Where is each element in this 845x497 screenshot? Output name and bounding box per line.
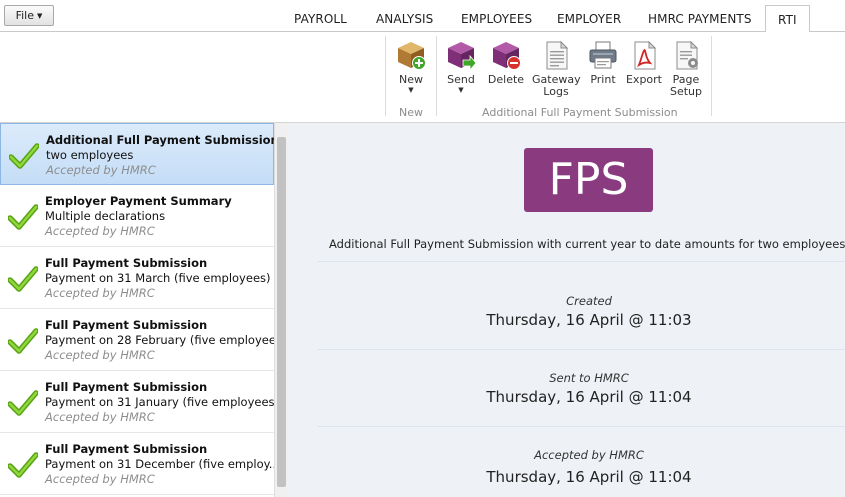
send-button-label: Send [447, 73, 475, 86]
delete-button[interactable]: Delete [482, 39, 530, 86]
submission-subtitle: Payment on 31 January (five employees) [45, 395, 274, 409]
checkmark-icon [8, 452, 38, 478]
page-setup-icon [676, 40, 699, 70]
checkmark-icon [8, 328, 38, 354]
submission-detail-pane: FPS Additional Full Payment Submission w… [288, 123, 845, 497]
ribbon-separator [385, 36, 386, 116]
submission-list-item[interactable]: Additional Full Payment Submission two e… [0, 123, 274, 185]
printer-icon [589, 41, 617, 69]
divider [318, 426, 845, 427]
delete-button-label: Delete [487, 73, 525, 86]
submission-list-item[interactable]: Employer Payment Summary Multiple declar… [0, 185, 274, 247]
submission-title: Full Payment Submission [45, 442, 208, 456]
submission-subtitle: two employees [46, 148, 134, 162]
created-label: Created [566, 294, 612, 308]
submission-status: Accepted by HMRC [45, 348, 155, 362]
page-setup-button[interactable]: Page Setup [662, 39, 710, 98]
submission-title: Additional Full Payment Submission [46, 133, 274, 147]
sent-label: Sent to HMRC [549, 371, 629, 385]
file-menu-button[interactable]: File ▼ [4, 5, 54, 26]
file-menu-label: File [15, 9, 35, 22]
submission-status: Accepted by HMRC [45, 224, 155, 238]
submission-subtitle: Payment on 31 March (five employees) [45, 271, 271, 285]
export-button-label: Export [625, 73, 662, 86]
gateway-logs-label: Gateway Logs [532, 74, 581, 98]
tab-employer[interactable]: EMPLOYER [557, 12, 621, 26]
submission-description: Additional Full Payment Submission with … [329, 237, 845, 251]
chevron-down-icon: ▼ [458, 86, 464, 94]
tab-hmrc-payments[interactable]: HMRC PAYMENTS [648, 12, 752, 26]
submission-title: Full Payment Submission [45, 318, 208, 332]
tab-analysis[interactable]: ANALYSIS [376, 12, 433, 26]
delete-box-icon [493, 42, 521, 70]
chevron-down-icon: ▼ [37, 12, 43, 20]
new-button-label: New [399, 73, 423, 86]
submission-list: Additional Full Payment Submission two e… [0, 123, 274, 497]
submission-title: Full Payment Submission [45, 380, 208, 394]
log-document-icon [546, 40, 569, 70]
new-button[interactable]: New ▼ [387, 39, 435, 95]
submission-status: Accepted by HMRC [45, 472, 155, 486]
page-setup-label: Page Setup [662, 74, 710, 98]
new-box-icon [398, 42, 426, 70]
chevron-down-icon: ▼ [408, 86, 414, 94]
submission-subtitle: Payment on 28 February (five employees) [45, 333, 274, 347]
send-button[interactable]: Send ▼ [437, 39, 485, 95]
checkmark-icon [9, 143, 39, 169]
divider [318, 349, 845, 350]
checkmark-icon [8, 204, 38, 230]
ribbon-group-fps-label: Additional Full Payment Submission [482, 106, 678, 119]
submission-list-item[interactable]: Full Payment Submission Payment on 31 Ma… [0, 247, 274, 309]
list-scrollbar[interactable] [274, 123, 288, 497]
fps-badge: FPS [524, 148, 653, 212]
tab-rti[interactable]: RTI [765, 5, 810, 33]
ribbon: New ▼ Send ▼ Delete Gateway Logs Print E… [0, 32, 845, 123]
submission-subtitle: Multiple declarations [45, 209, 166, 223]
submission-subtitle: Payment on 31 December (five employ... [45, 457, 274, 471]
ribbon-group-new-label: New [399, 106, 423, 119]
pdf-export-icon [634, 40, 657, 70]
export-button[interactable]: Export [620, 39, 668, 86]
accepted-value: Thursday, 16 April @ 11:04 [486, 468, 692, 486]
divider [318, 261, 845, 262]
tab-employees[interactable]: EMPLOYEES [461, 12, 532, 26]
tab-payroll[interactable]: PAYROLL [294, 12, 347, 26]
tab-bar: File ▼ PAYROLL ANALYSIS EMPLOYEES EMPLOYE… [0, 0, 845, 33]
submission-status: Accepted by HMRC [46, 163, 156, 177]
checkmark-icon [8, 266, 38, 292]
ribbon-separator [711, 36, 712, 116]
gateway-logs-button[interactable]: Gateway Logs [532, 39, 581, 98]
submission-title: Full Payment Submission [45, 256, 208, 270]
submission-status: Accepted by HMRC [45, 286, 155, 300]
checkmark-icon [8, 390, 38, 416]
page-setup-label-line2: Setup [669, 85, 703, 98]
created-value: Thursday, 16 April @ 11:03 [486, 311, 692, 329]
list-scrollbar-thumb[interactable] [277, 137, 286, 487]
submission-status: Accepted by HMRC [45, 410, 155, 424]
send-box-icon [448, 42, 477, 71]
submission-list-item[interactable]: Full Payment Submission Payment on 31 Ja… [0, 371, 274, 433]
gateway-logs-label-line2: Logs [543, 85, 569, 98]
submission-title: Employer Payment Summary [45, 194, 232, 208]
submission-list-item[interactable]: Full Payment Submission Payment on 28 Fe… [0, 309, 274, 371]
accepted-label: Accepted by HMRC [534, 448, 644, 462]
sent-value: Thursday, 16 April @ 11:04 [486, 388, 692, 406]
submission-list-item[interactable]: Full Payment Submission Payment on 31 De… [0, 433, 274, 495]
